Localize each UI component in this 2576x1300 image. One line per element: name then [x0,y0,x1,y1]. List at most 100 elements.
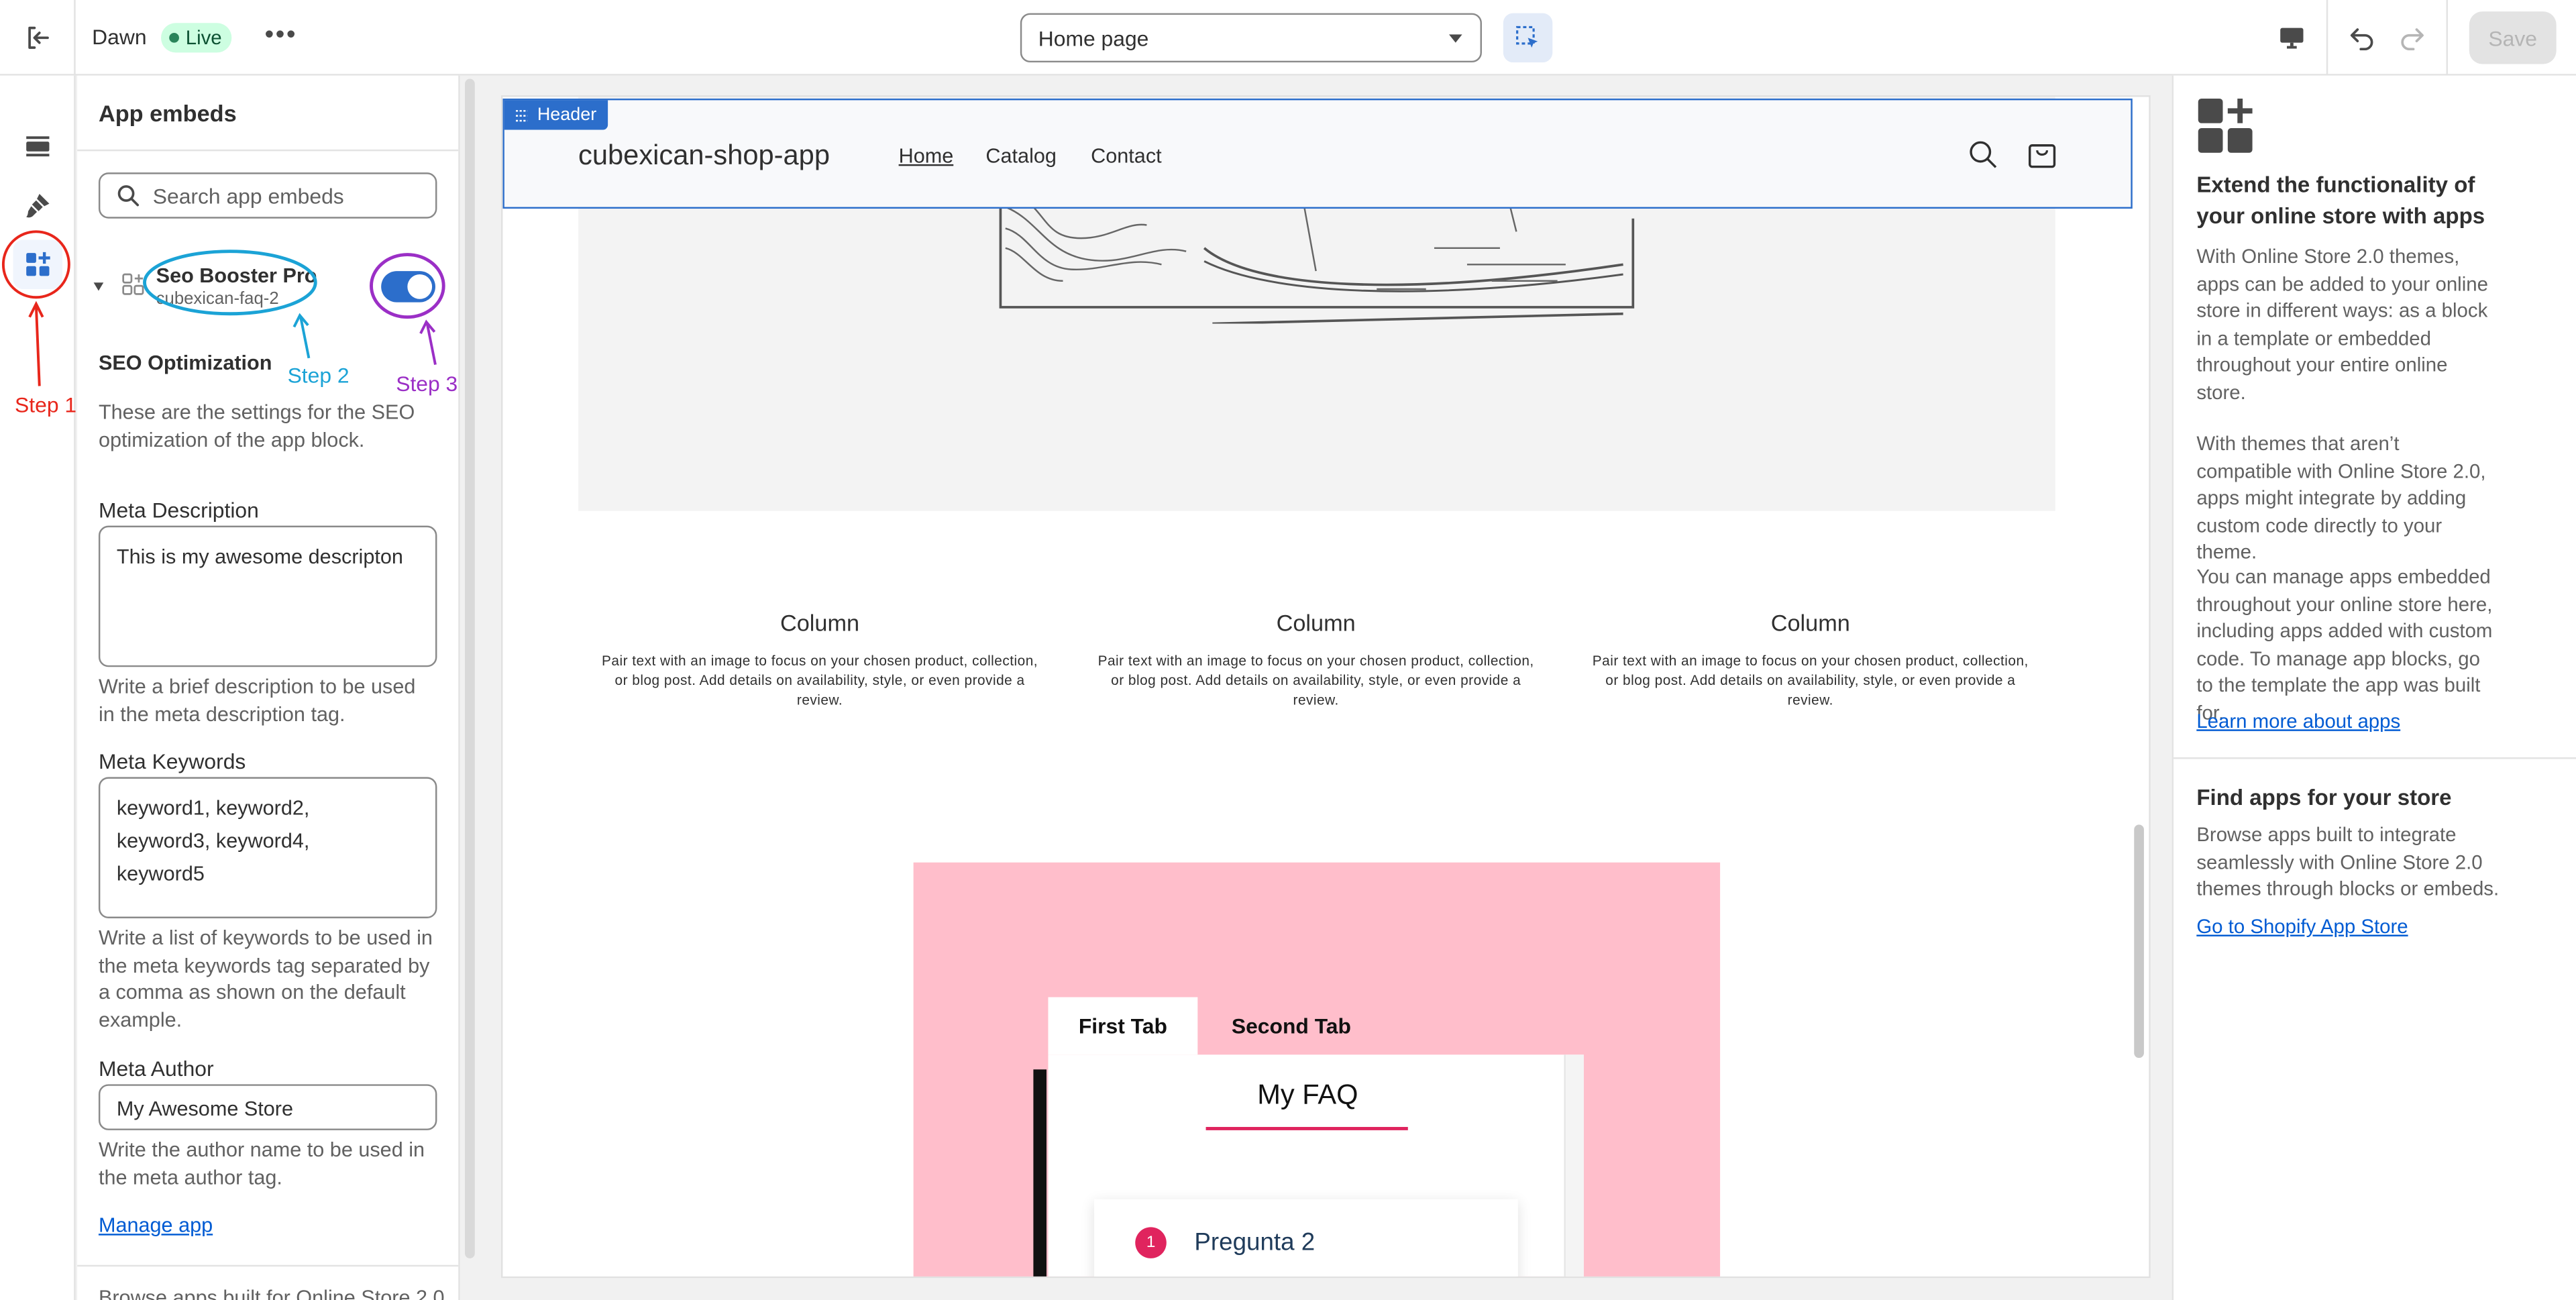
caret-down-icon [1449,34,1462,43]
meta-keywords-field[interactable]: keyword1, keyword2, keyword3, keyword4, … [98,777,437,918]
device-preview-button[interactable] [2269,13,2315,62]
meta-keywords-help: Write a list of keywords to be used in t… [98,926,433,1031]
column-text: Pair text with an image to focus on your… [1592,652,2029,708]
cart-icon[interactable] [2027,138,2057,170]
step3-label: Step 3 [396,371,458,396]
meta-author-label: Meta Author [98,1056,214,1081]
sidebar-rail [0,75,76,1300]
column-text: Pair text with an image to focus on your… [1097,652,1534,708]
sections-button[interactable] [13,121,62,170]
multicolumn-item: Column Pair text with an image to focus … [598,610,1041,710]
store-preview: Header cubexican-shop-app Home Catalog C… [500,95,2151,1279]
section-title: SEO Optimization [98,351,272,375]
exit-icon [28,26,48,49]
nav-link-catalog[interactable]: Catalog [985,145,1057,168]
meta-description-field[interactable]: This is my awesome descripton [98,525,437,667]
page-select-value: Home page [1038,26,1149,51]
info-paragraph: You can manage apps embedded throughout … [2196,565,2493,724]
app-embed-item[interactable]: Seo Booster Pro cubexican-faq-2 [77,253,458,319]
meta-description-help: Write a brief description to be used in … [98,675,416,726]
info-heading: Extend the functionality of your online … [2196,172,2485,229]
page-select[interactable]: Home page [1020,13,1482,63]
search-input[interactable] [152,183,416,208]
preview-scrollbar[interactable] [2134,824,2144,1059]
app-embed-toggle[interactable] [381,271,435,303]
header-tag-label: Header [537,105,597,125]
section-description: These are the settings for the SEO optim… [98,400,415,451]
top-bar: Dawn Live ••• Home page Save [0,0,2576,76]
faq-question-text: Pregunta 2 [1194,1228,1316,1257]
faq-title: My FAQ [1257,1079,1358,1111]
tab-second[interactable]: Second Tab [1209,997,1373,1055]
live-badge-label: Live [185,26,222,50]
multicolumn-item: Column Pair text with an image to focus … [1589,610,2032,710]
faq-question-number: 1 [1135,1227,1167,1258]
footer-text: Browse apps built for Online Store 2.0 [98,1286,445,1300]
divider [2174,757,2576,759]
nav-link-home[interactable]: Home [899,145,954,168]
divider [77,1264,459,1267]
app-embed-handle: cubexican-faq-2 [156,289,279,309]
faq-question-item[interactable]: 1 Pregunta 2 [1094,1199,1518,1277]
manage-app-link[interactable]: Manage app [99,1214,213,1237]
meta-description-label: Meta Description [98,498,259,523]
header-tag: Header [504,100,608,130]
info-panel: Extend the functionality of your online … [2171,75,2576,1300]
faq-title-underline [1205,1127,1408,1130]
theme-editor: Dawn Live ••• Home page Save App embeds … [0,0,2576,1300]
toggle-knob [407,274,433,299]
column-title: Column [780,609,860,636]
search-icon [117,185,140,207]
select-cursor-icon [1516,25,1538,48]
column-title: Column [1276,609,1356,636]
find-apps-heading: Find apps for your store [2196,785,2452,810]
header-section-icon [515,109,528,121]
faq-section: First Tab Second Tab My FAQ 1 Pregunta 2 [913,862,1721,1277]
faq-scroll-strip [1564,1054,1584,1277]
topbar-divider [2446,0,2449,76]
desktop-icon [2280,28,2304,49]
nav-link-contact[interactable]: Contact [1091,145,1162,168]
app-block-icon [122,273,144,295]
topbar-divider [2326,0,2328,76]
app-store-link[interactable]: Go to Shopify App Store [2196,915,2408,938]
column-title: Column [1770,609,1850,636]
search-field[interactable] [98,172,437,219]
shoe-illustration [999,199,1635,324]
faq-panel: My FAQ 1 Pregunta 2 [1048,1054,1584,1277]
search-icon[interactable] [1968,140,1998,169]
panel-title: App embeds [98,100,237,127]
column-text: Pair text with an image to focus on your… [602,652,1038,708]
left-panel-scrollbar[interactable] [465,78,475,1258]
faq-accent-bar [1033,1069,1047,1277]
app-embed-name: Seo Booster Pro [156,264,317,288]
undo-button[interactable] [2345,16,2381,59]
save-button[interactable]: Save [2469,11,2557,64]
live-dot-icon [169,32,179,43]
info-paragraph: With themes that aren’t compatible with … [2196,432,2486,564]
divider [77,149,459,152]
meta-author-help: Write the author name to be used in the … [98,1138,425,1189]
learn-more-link[interactable]: Learn more about apps [2196,710,2400,733]
find-apps-text: Browse apps built to integrate seamlessl… [2196,822,2500,901]
app-embeds-button[interactable] [13,239,63,290]
step1-label: Step 1 [15,392,77,418]
header-section[interactable]: Header cubexican-shop-app Home Catalog C… [502,98,2133,209]
sections-icon [26,136,50,157]
meta-author-field[interactable]: My Awesome Store [98,1084,437,1130]
paintbrush-icon [26,193,50,218]
apps-icon [26,252,50,276]
collapse-chevron-icon[interactable] [93,282,104,291]
apps-icon [2198,98,2253,153]
more-actions-button[interactable]: ••• [263,16,299,59]
redo-button[interactable] [2394,16,2430,59]
inspector-toggle-button[interactable] [1503,13,1553,63]
exit-button[interactable] [0,0,76,76]
meta-keywords-label: Meta Keywords [98,749,246,774]
redo-icon [2401,28,2424,51]
undo-icon [2350,28,2373,51]
tab-first[interactable]: First Tab [1048,997,1198,1055]
store-brand[interactable]: cubexican-shop-app [578,140,830,172]
theme-settings-button[interactable] [13,180,62,229]
theme-name: Dawn [92,24,147,50]
